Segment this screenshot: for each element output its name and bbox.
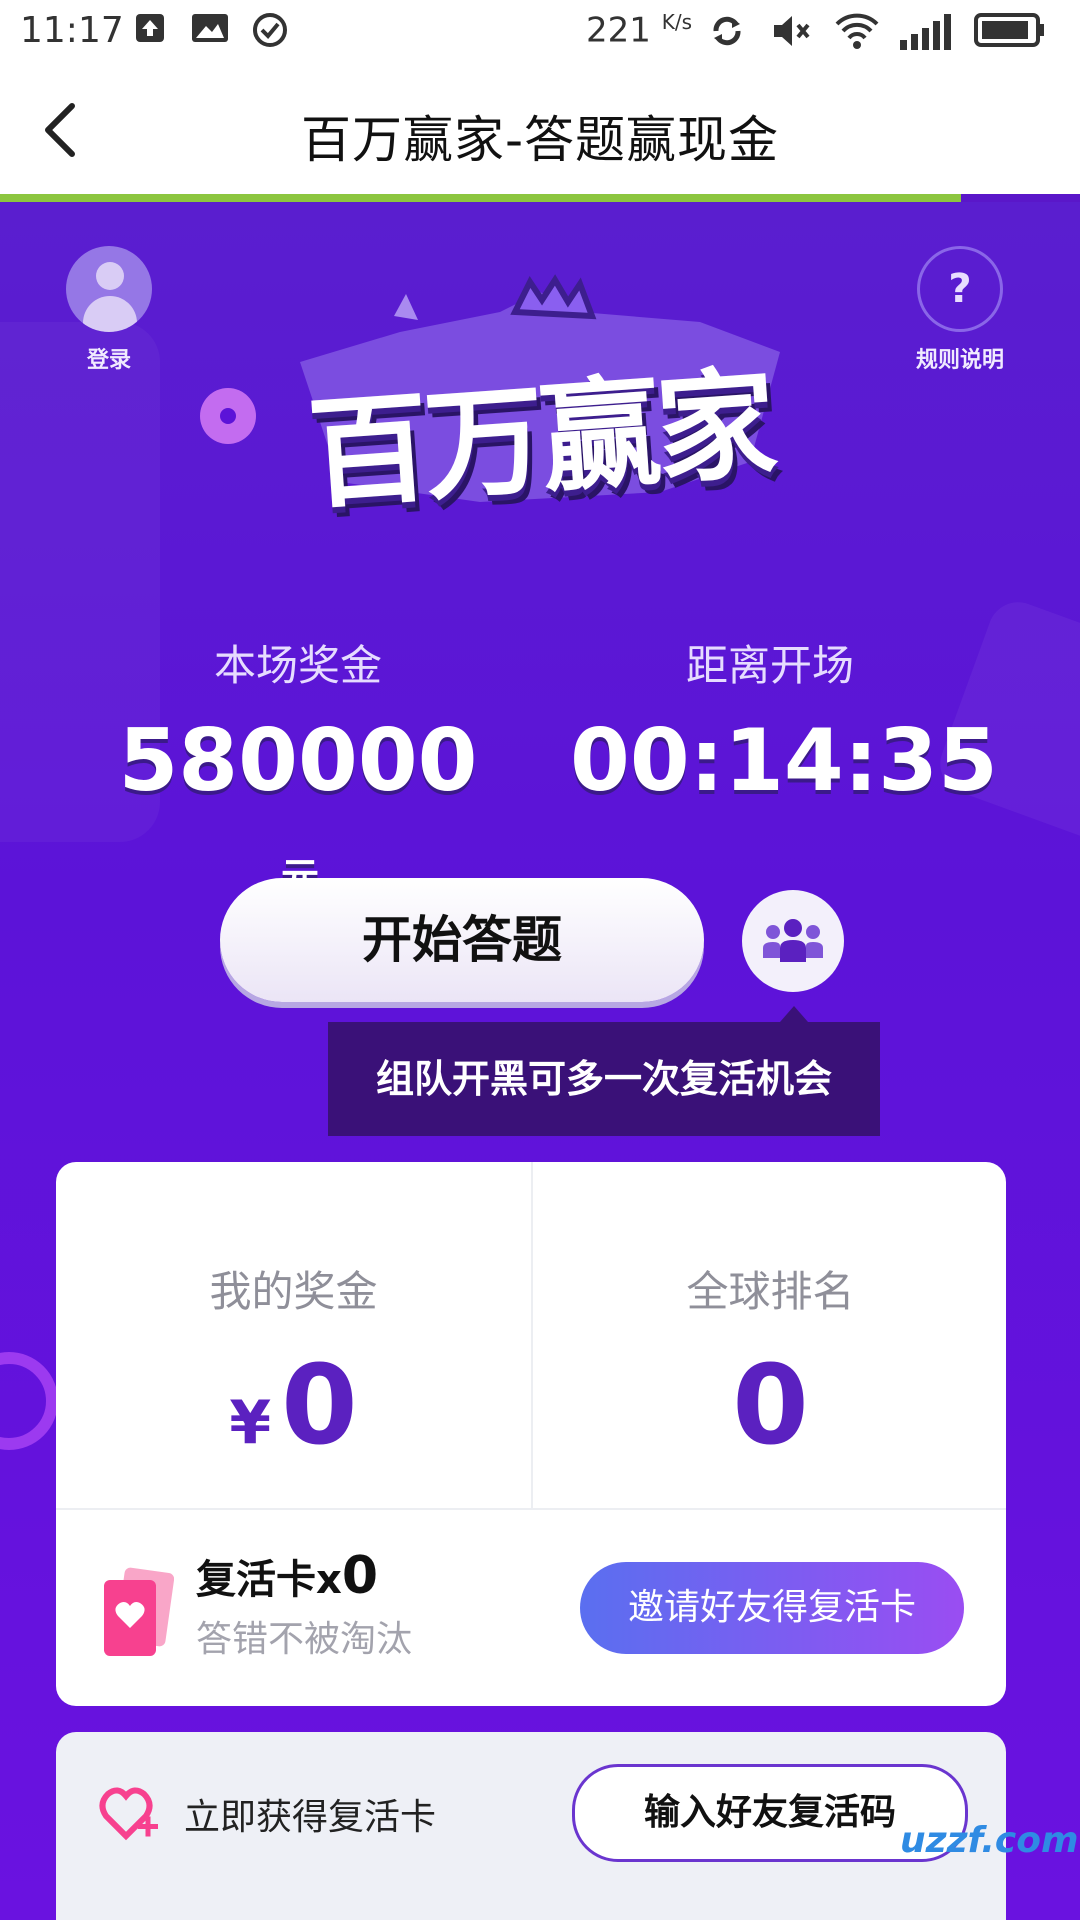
login-button[interactable]: 登录: [64, 246, 154, 374]
start-quiz-button[interactable]: 开始答题: [220, 878, 704, 1002]
page-load-progress-fill: [0, 194, 962, 202]
mute-icon: [770, 12, 812, 54]
battery-icon: [974, 12, 1046, 52]
revive-card-icon: [100, 1566, 175, 1658]
ranking-value: 0: [732, 1341, 809, 1469]
check-circle-icon: [252, 12, 288, 52]
currency-symbol: ¥: [229, 1388, 272, 1458]
team-tooltip: 组队开黑可多一次复活机会: [328, 1022, 880, 1136]
revive-card-count: 复活卡x0: [196, 1546, 378, 1606]
revive-code-panel: 立即获得复活卡 输入好友复活码: [56, 1732, 1006, 1920]
prize-label: 本场奖金: [213, 641, 382, 690]
ranking-section[interactable]: 全球排名 0: [533, 1162, 1006, 1508]
my-prize-section: 我的奖金 ¥0: [56, 1162, 531, 1508]
game-logo: 百万赢家: [280, 272, 800, 526]
main-panel: 登录 ? 规则说明 百万赢家 本场奖金 580000元 距离开场 00:14:3…: [0, 202, 1080, 1920]
upload-icon: [134, 12, 166, 48]
rules-button[interactable]: ? 规则说明: [900, 246, 1020, 374]
login-label: 登录: [86, 348, 131, 373]
team-up-button[interactable]: [742, 890, 844, 992]
network-speed: 221 K/s: [586, 10, 692, 51]
my-prize-label: 我的奖金: [209, 1267, 378, 1316]
site-watermark: uzzf.com: [900, 1820, 1079, 1861]
decor-ring: [0, 1352, 58, 1450]
logo-text: 百万赢家: [304, 354, 778, 526]
app-header: 百万赢家-答题赢现金: [0, 64, 1080, 194]
countdown-value: 00:14:35: [570, 711, 998, 811]
ranking-label: 全球排名: [686, 1267, 855, 1316]
prize-stat: 本场奖金 580000元: [98, 632, 498, 911]
signal-icon: [898, 12, 954, 56]
avatar: [66, 246, 152, 332]
question-mark-icon: ?: [917, 246, 1003, 332]
prize-card: 我的奖金 ¥0 全球排名 0 复活卡x0 答错不被淘汰 邀请好友得复活卡: [56, 1162, 1006, 1706]
decor-dot-center: [220, 408, 236, 424]
sync-icon: [708, 12, 746, 54]
countdown-label: 距离开场: [685, 641, 854, 690]
wifi-icon: [834, 12, 880, 56]
invite-friends-button[interactable]: 邀请好友得复活卡: [580, 1562, 964, 1654]
rules-label: 规则说明: [915, 348, 1004, 373]
status-time: 11:17: [20, 10, 124, 51]
countdown-stat: 距离开场 00:14:35: [570, 632, 998, 811]
team-icon: [763, 919, 823, 962]
get-revive-label: 立即获得复活卡: [184, 1797, 437, 1838]
status-bar: 11:17 221 K/s: [0, 0, 1080, 64]
divider: [56, 1508, 1006, 1510]
image-icon: [190, 12, 230, 48]
heart-plus-icon: [98, 1780, 164, 1846]
revive-card-desc: 答错不被淘汰: [196, 1619, 413, 1660]
page-load-progress: [0, 194, 1080, 202]
page-title: 百万赢家-答题赢现金: [300, 111, 780, 169]
tooltip-arrow: [780, 1006, 808, 1022]
my-prize-value: ¥0: [229, 1341, 358, 1469]
